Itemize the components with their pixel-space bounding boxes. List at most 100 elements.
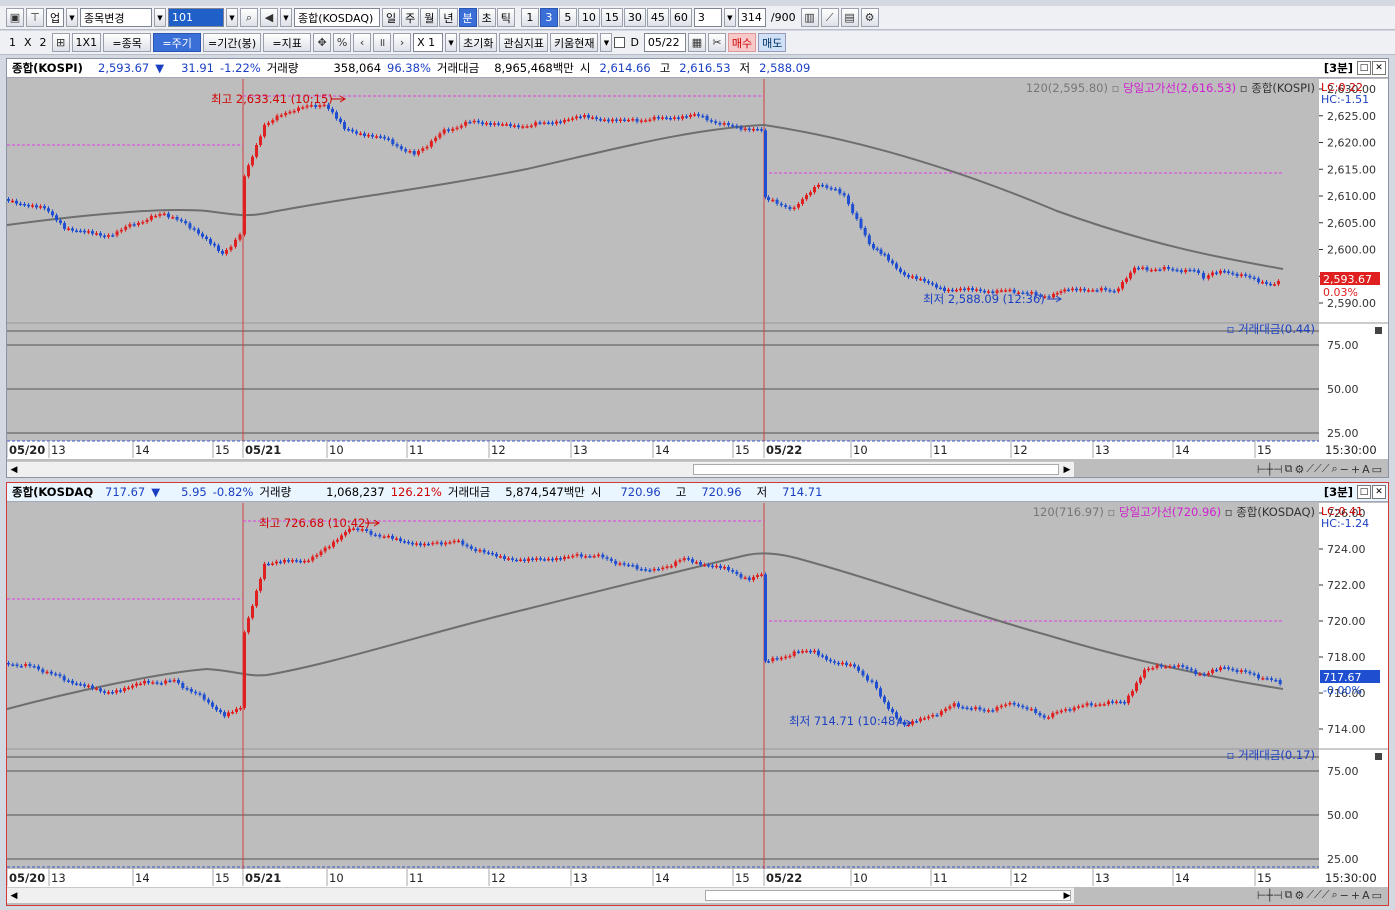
scroll-right-icon[interactable]: ▶	[1060, 463, 1074, 476]
window-icon[interactable]: ▣	[6, 8, 24, 27]
minus-icon[interactable]: −	[1340, 463, 1349, 476]
candle	[115, 690, 118, 693]
period-tab-주[interactable]: 주	[401, 8, 420, 27]
kosdaq-chart[interactable]: 726.00724.00722.00720.00718.00716.00714.…	[7, 503, 1388, 887]
range-button[interactable]: =기간(봉)	[203, 33, 262, 52]
index-name-field[interactable]: 종합(KOSDAQ)	[294, 8, 380, 27]
export-icon[interactable]: ▭	[1372, 889, 1382, 902]
copy-icon[interactable]: ⧉	[1285, 462, 1293, 476]
index-name[interactable]: 종합(KOSPI)	[7, 60, 95, 76]
percent-button[interactable]: %	[333, 33, 352, 52]
indicator-button[interactable]: =지표	[263, 33, 312, 52]
candle	[239, 707, 242, 710]
search-icon[interactable]: ⌕	[1331, 888, 1337, 902]
zoom-select[interactable]: X 1	[413, 33, 444, 52]
minute-tab-10[interactable]: 10	[577, 8, 600, 27]
period-tab-년[interactable]: 년	[439, 8, 458, 27]
close-icon[interactable]: ✕	[1372, 485, 1386, 499]
search-icon[interactable]: ⌕	[1331, 462, 1337, 476]
plus-icon[interactable]: +	[1351, 463, 1360, 476]
minute-tab-30[interactable]: 30	[623, 8, 646, 27]
d-checkbox[interactable]	[614, 37, 626, 48]
buy-button[interactable]: 매수	[727, 33, 757, 52]
kospi-chart[interactable]: 2,630.002,625.002,620.002,615.002,610.00…	[7, 79, 1388, 459]
item-button[interactable]: =종목	[103, 33, 152, 52]
scroll-right-icon[interactable]: ▶	[1060, 889, 1074, 902]
chevron-down-icon[interactable]: ▼	[600, 33, 613, 52]
layout-2[interactable]: 2	[37, 36, 50, 49]
chart-type-icon[interactable]: ▥	[800, 8, 819, 27]
plus-icon[interactable]: +	[1351, 889, 1360, 902]
period-tab-일[interactable]: 일	[382, 8, 401, 27]
minute-tab-5[interactable]: 5	[558, 8, 577, 27]
candle	[673, 117, 676, 119]
scissors-icon[interactable]: ✂	[707, 33, 726, 52]
pin-icon[interactable]: ⊤	[26, 8, 44, 27]
scroll-left-icon[interactable]: ◀	[7, 889, 21, 902]
period-tab-초[interactable]: 초	[477, 8, 496, 27]
chevron-down-icon[interactable]: ▼	[226, 8, 238, 27]
horizontal-scrollbar[interactable]: ◀ ▶	[7, 887, 1074, 903]
period-tab-월[interactable]: 월	[420, 8, 439, 27]
draw-icon[interactable]: ⟋⟋⟋	[1306, 888, 1329, 902]
chevron-down-icon[interactable]: ▼	[445, 33, 458, 52]
reset-button[interactable]: 초기화	[459, 33, 498, 52]
chevron-down-icon[interactable]: ▼	[154, 8, 166, 27]
date-input[interactable]: 05/22	[643, 33, 686, 52]
scroll-thumb[interactable]	[705, 890, 1071, 901]
candle	[340, 535, 343, 540]
grid-icon[interactable]: ⊞	[51, 33, 70, 52]
line-tool-icon[interactable]: ⟋	[820, 8, 839, 27]
chevron-down-icon[interactable]: ▼	[723, 8, 736, 27]
period-tab-틱[interactable]: 틱	[496, 8, 515, 27]
speaker-icon[interactable]: ◀	[260, 8, 278, 27]
price-now-button[interactable]: 키움현재	[549, 33, 599, 52]
prev-icon[interactable]: ‹	[353, 33, 372, 52]
slider-icon[interactable]: ⊢┼⊣	[1257, 463, 1283, 476]
minute-tab-3[interactable]: 3	[539, 8, 558, 27]
pause-icon[interactable]: ॥	[373, 33, 392, 52]
close-icon[interactable]: ✕	[1372, 61, 1386, 75]
change-item-select[interactable]: 종목변경	[80, 8, 152, 27]
chevron-down-icon[interactable]: ▼	[66, 8, 78, 27]
export-icon[interactable]: ▭	[1372, 463, 1382, 476]
save-icon[interactable]: ▤	[840, 8, 859, 27]
index-name[interactable]: 종합(KOSDAQ	[7, 484, 95, 500]
next-icon[interactable]: ›	[393, 33, 412, 52]
gear-icon[interactable]: ⚙	[1294, 463, 1304, 476]
move-icon[interactable]: ✥	[313, 33, 332, 52]
horizontal-scrollbar[interactable]: ◀ ▶	[7, 461, 1074, 477]
draw-icon[interactable]: ⟋⟋⟋	[1306, 462, 1329, 476]
code-input[interactable]: 101	[168, 8, 224, 27]
cycle-button[interactable]: =주기	[153, 33, 202, 52]
market-select[interactable]: 업	[46, 8, 64, 27]
minus-icon[interactable]: −	[1340, 889, 1349, 902]
sell-button[interactable]: 매도	[758, 33, 787, 52]
interval-input[interactable]: 3	[693, 8, 722, 27]
text-icon[interactable]: A	[1362, 463, 1370, 476]
minute-tab-60[interactable]: 60	[669, 8, 692, 27]
interest-button[interactable]: 관심지표	[499, 33, 548, 52]
gear-icon[interactable]: ⚙	[860, 8, 879, 27]
text-icon[interactable]: A	[1362, 889, 1370, 902]
slider-icon[interactable]: ⊢┼⊣	[1257, 889, 1283, 902]
scroll-thumb[interactable]	[693, 464, 1059, 475]
gear-icon[interactable]: ⚙	[1294, 889, 1304, 902]
maximize-icon[interactable]: □	[1357, 485, 1371, 499]
search-icon[interactable]: ⌕	[240, 8, 258, 27]
minute-tab-15[interactable]: 15	[600, 8, 623, 27]
minute-tab-1[interactable]: 1	[520, 8, 539, 27]
layout-1[interactable]: 1	[6, 36, 19, 49]
count-input[interactable]: 314	[737, 8, 766, 27]
candle	[701, 115, 705, 118]
period-tab-분[interactable]: 분	[458, 8, 477, 27]
copy-icon[interactable]: ⧉	[1285, 888, 1293, 902]
calendar-icon[interactable]: ▦	[687, 33, 706, 52]
chevron-down-icon[interactable]: ▼	[280, 8, 292, 27]
grid-1x1-button[interactable]: 1X1	[71, 33, 102, 52]
amount-value: 8,965,468백만	[494, 61, 574, 75]
maximize-icon[interactable]: □	[1357, 61, 1371, 75]
scroll-left-icon[interactable]: ◀	[7, 463, 21, 476]
minute-tab-45[interactable]: 45	[646, 8, 669, 27]
candle	[202, 694, 206, 700]
